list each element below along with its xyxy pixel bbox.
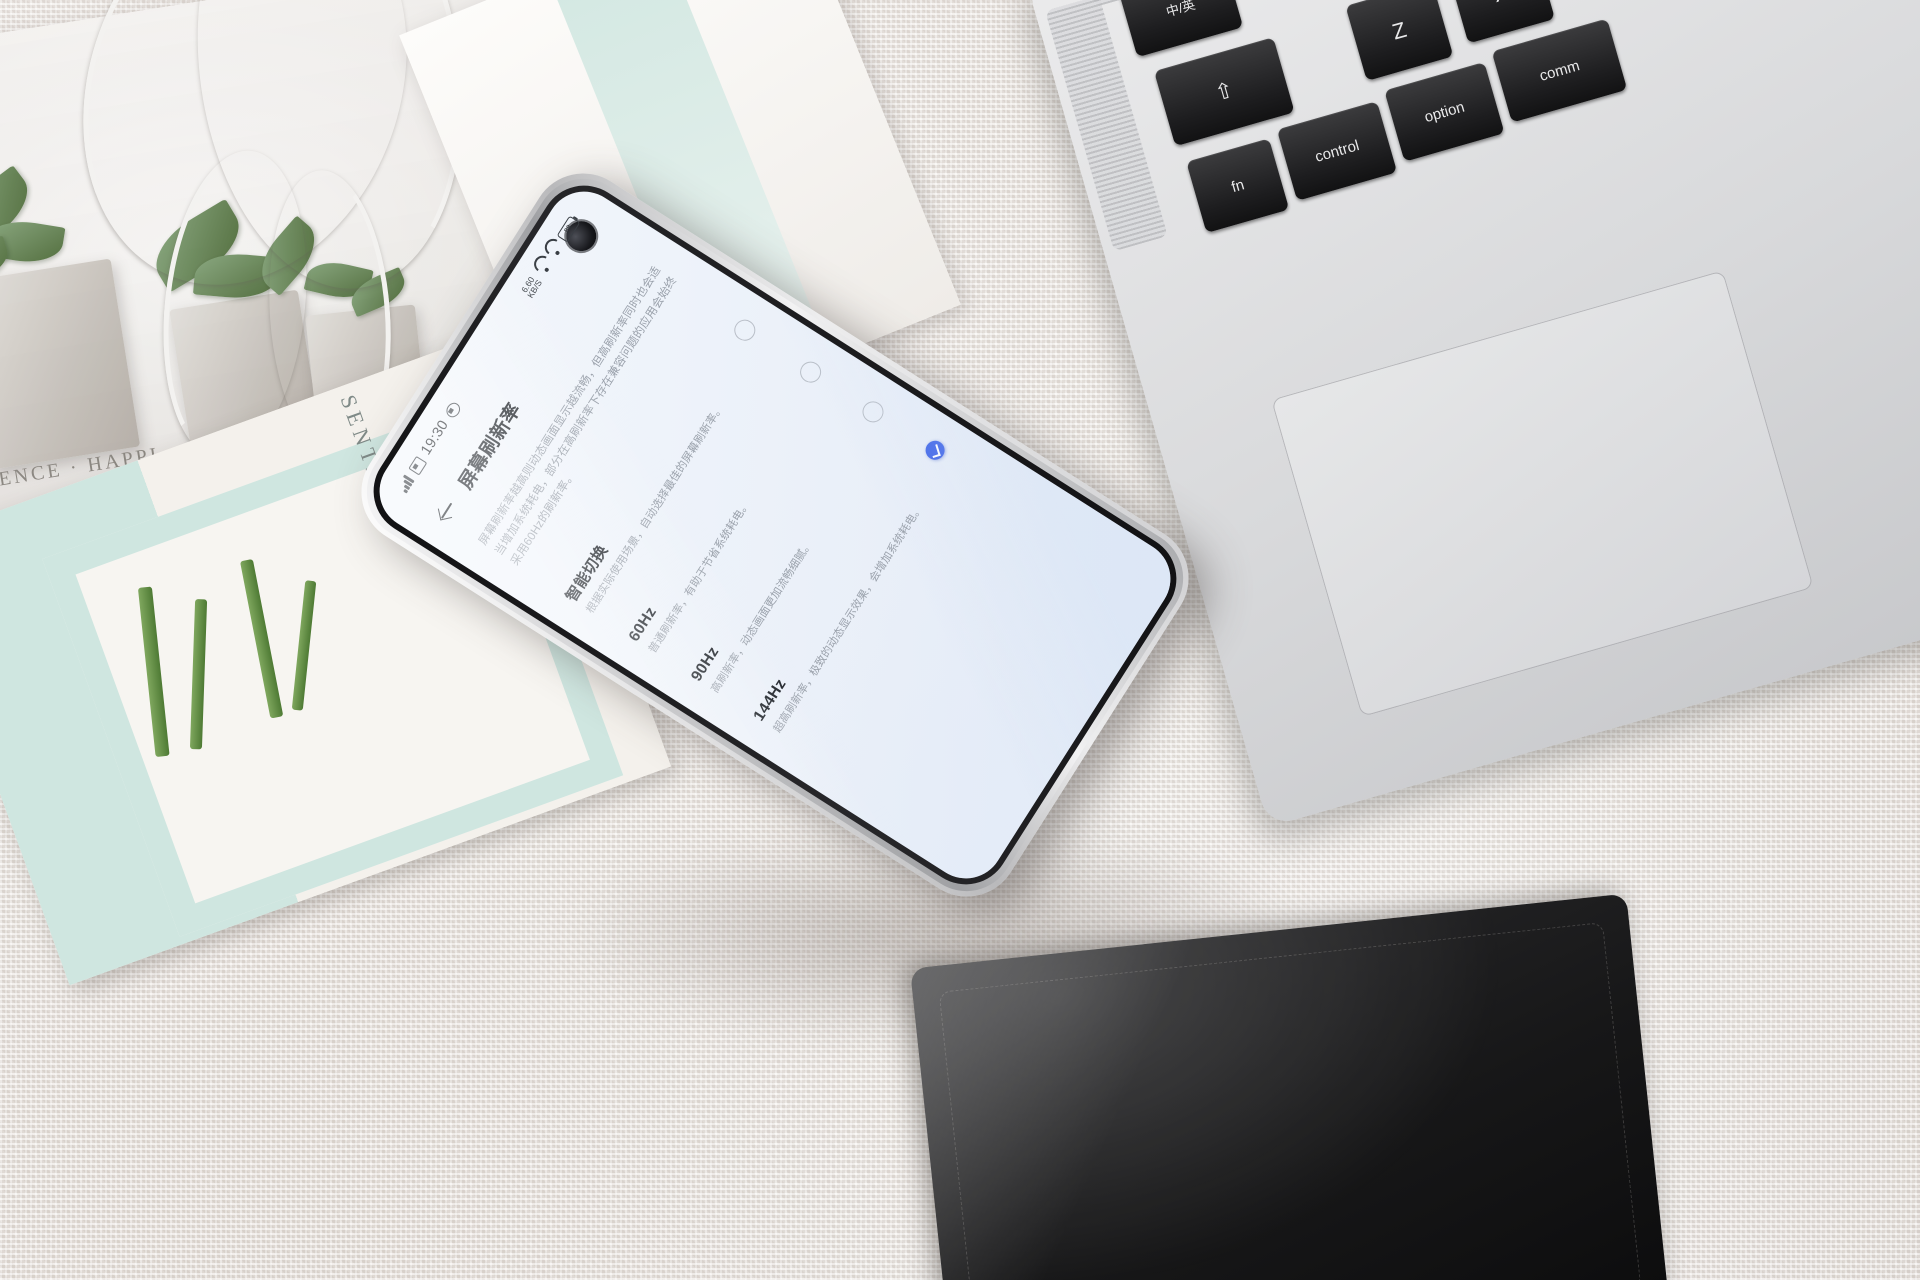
- sim-card-icon: [407, 456, 427, 476]
- network-speed-indicator: 6.60 KB/S: [519, 274, 544, 300]
- signal-bars-icon: [396, 474, 415, 494]
- wifi-icon: [535, 259, 551, 276]
- battery-percent: 88: [563, 223, 574, 235]
- alarm-icon: [443, 399, 463, 420]
- phone-body: 19:30 6.60 KB/S 88 屏幕刷新率 屏幕刷新率越高则动态画面显示越…: [341, 153, 1209, 917]
- radio-button-90hz[interactable]: [858, 397, 888, 427]
- smartphone: 19:30 6.60 KB/S 88 屏幕刷新率 屏幕刷新率越高则动态画面显示越…: [341, 135, 1209, 925]
- status-clock: 19:30: [418, 417, 452, 458]
- radio-button-smart-switch[interactable]: [730, 315, 760, 345]
- scene-root: IDENCE · HAPPI SENT. 中/英 A S ⇧ Z X fn: [0, 0, 1920, 1280]
- back-arrow-icon[interactable]: [431, 496, 461, 526]
- battery-icon: 88: [556, 215, 581, 243]
- radio-button-60hz[interactable]: [796, 357, 826, 387]
- radio-button-144hz[interactable]: [921, 437, 949, 464]
- wifi-signal-icon: [546, 242, 562, 259]
